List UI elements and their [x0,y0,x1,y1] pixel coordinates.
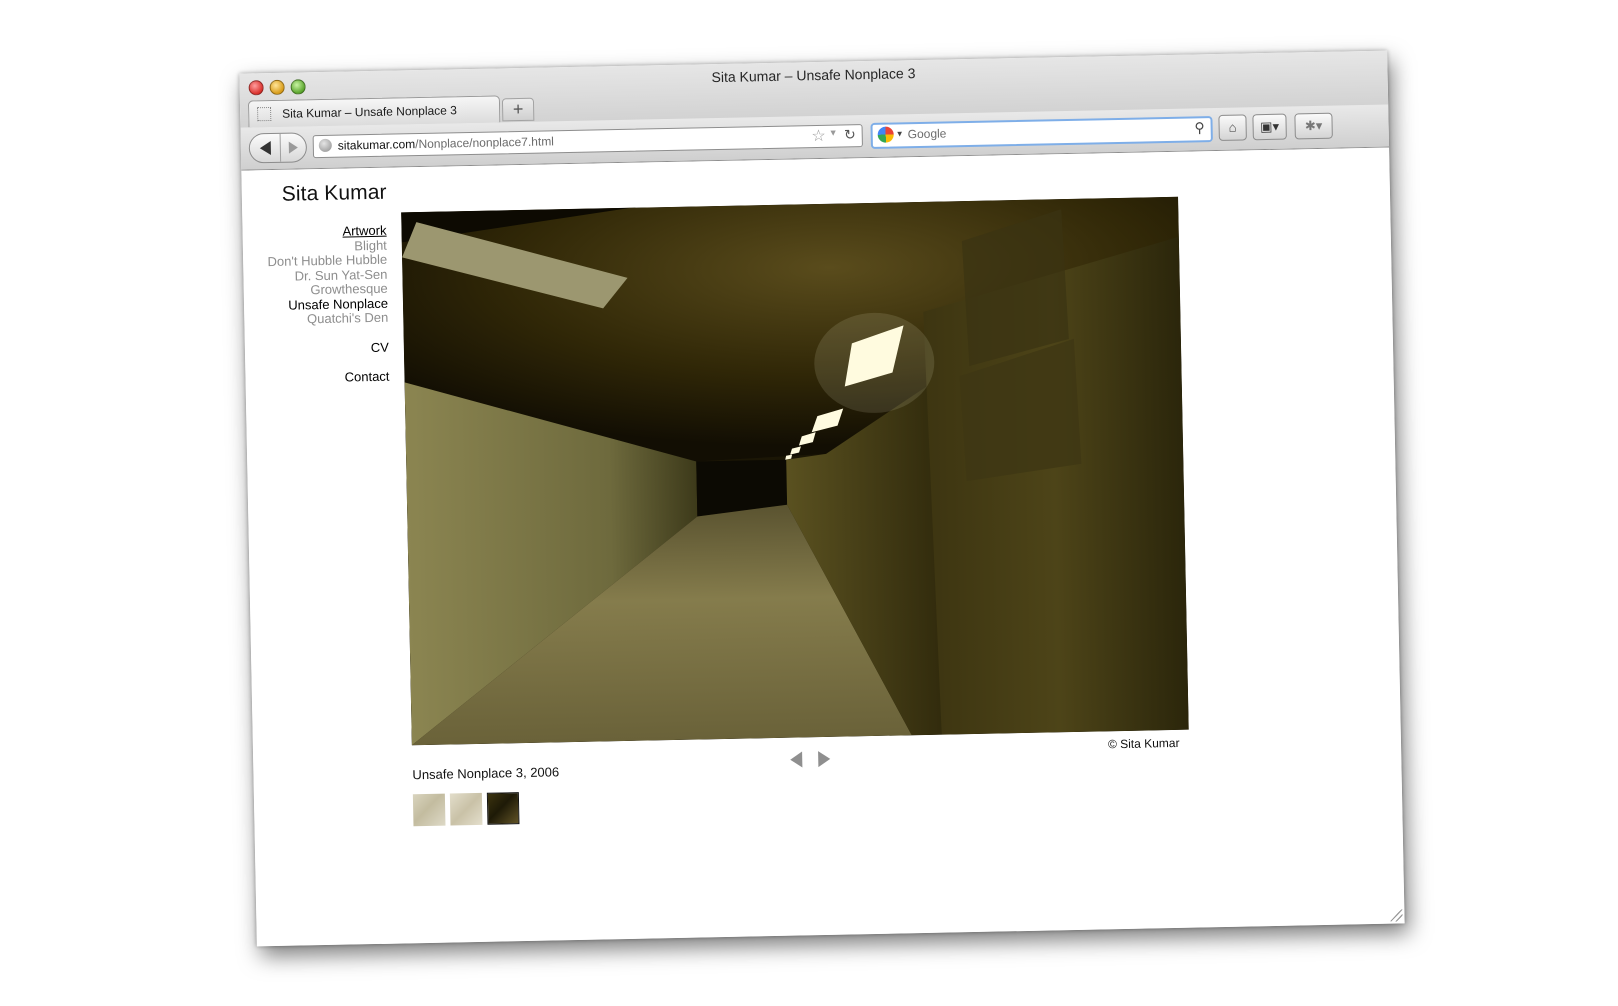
search-engine-icon[interactable] [877,126,894,143]
tab-favicon-icon [257,106,272,122]
search-bar[interactable]: ▼ Google ⚲ [870,116,1213,149]
artwork-copyright: © Sita Kumar [1107,735,1180,752]
site-identity-icon[interactable] [318,138,332,153]
back-forward-group [248,132,308,164]
screenshot-stage: Sita Kumar – Unsafe Nonplace 3 Sita Kuma… [0,0,1618,1006]
forward-arrow-icon [288,141,298,154]
nav-project-quatchis-den[interactable]: Quatchi's Den [269,310,389,328]
url-text: sitakumar.com/Nonplace/nonplace7.html [338,134,554,152]
new-tab-button[interactable]: + [501,97,535,122]
site-navigation: Artwork Blight Don't Hubble Hubble Dr. S… [267,223,390,387]
browser-window: Sita Kumar – Unsafe Nonplace 3 Sita Kuma… [239,50,1405,947]
bookmark-star-icon[interactable]: ☆ [811,126,826,146]
bookmarks-menu-button[interactable]: ▣▾ [1252,113,1287,141]
web-page: Sita Kumar Artwork Blight Don't Hubble H… [241,147,1405,947]
reload-icon[interactable]: ↻ [844,126,856,143]
next-image-icon[interactable] [818,750,831,768]
puzzle-icon: ✱▾ [1304,117,1323,134]
search-engine-dropdown-icon[interactable]: ▼ [896,129,904,138]
thumbnail-3-selected[interactable] [486,792,520,825]
tunnel-photo-image [401,196,1189,746]
back-arrow-icon [259,141,271,156]
window-title: Sita Kumar – Unsafe Nonplace 3 [711,65,916,86]
nav-cv-link[interactable]: CV [269,339,389,357]
addons-menu-button[interactable]: ✱▾ [1294,112,1333,140]
home-icon: ⌂ [1228,119,1237,135]
site-title[interactable]: Sita Kumar [282,181,387,207]
back-button[interactable] [249,133,282,163]
bookmarks-icon: ▣▾ [1260,118,1280,135]
url-domain: sitakumar.com [337,137,416,153]
tab-label: Sita Kumar – Unsafe Nonplace 3 [282,103,458,121]
thumbnail-1[interactable] [412,793,446,827]
artwork-photo [401,196,1189,746]
artwork-caption: Unsafe Nonplace 3, 2006 [412,764,560,783]
url-path: /Nonplace/nonplace7.html [415,134,555,152]
window-resize-grip-icon[interactable] [1390,909,1403,922]
forward-button[interactable] [281,133,307,161]
search-input[interactable]: Google [908,126,947,141]
thumbnail-2[interactable] [449,792,483,826]
address-bar[interactable]: sitakumar.com/Nonplace/nonplace7.html ☆ … [312,124,863,159]
previous-image-icon[interactable] [790,751,803,768]
url-history-dropdown-icon[interactable]: ▼ [829,128,838,138]
nav-contact-link[interactable]: Contact [270,369,390,387]
search-icon[interactable]: ⚲ [1194,119,1205,136]
home-button[interactable]: ⌂ [1218,114,1247,141]
thumbnail-strip [412,792,520,827]
